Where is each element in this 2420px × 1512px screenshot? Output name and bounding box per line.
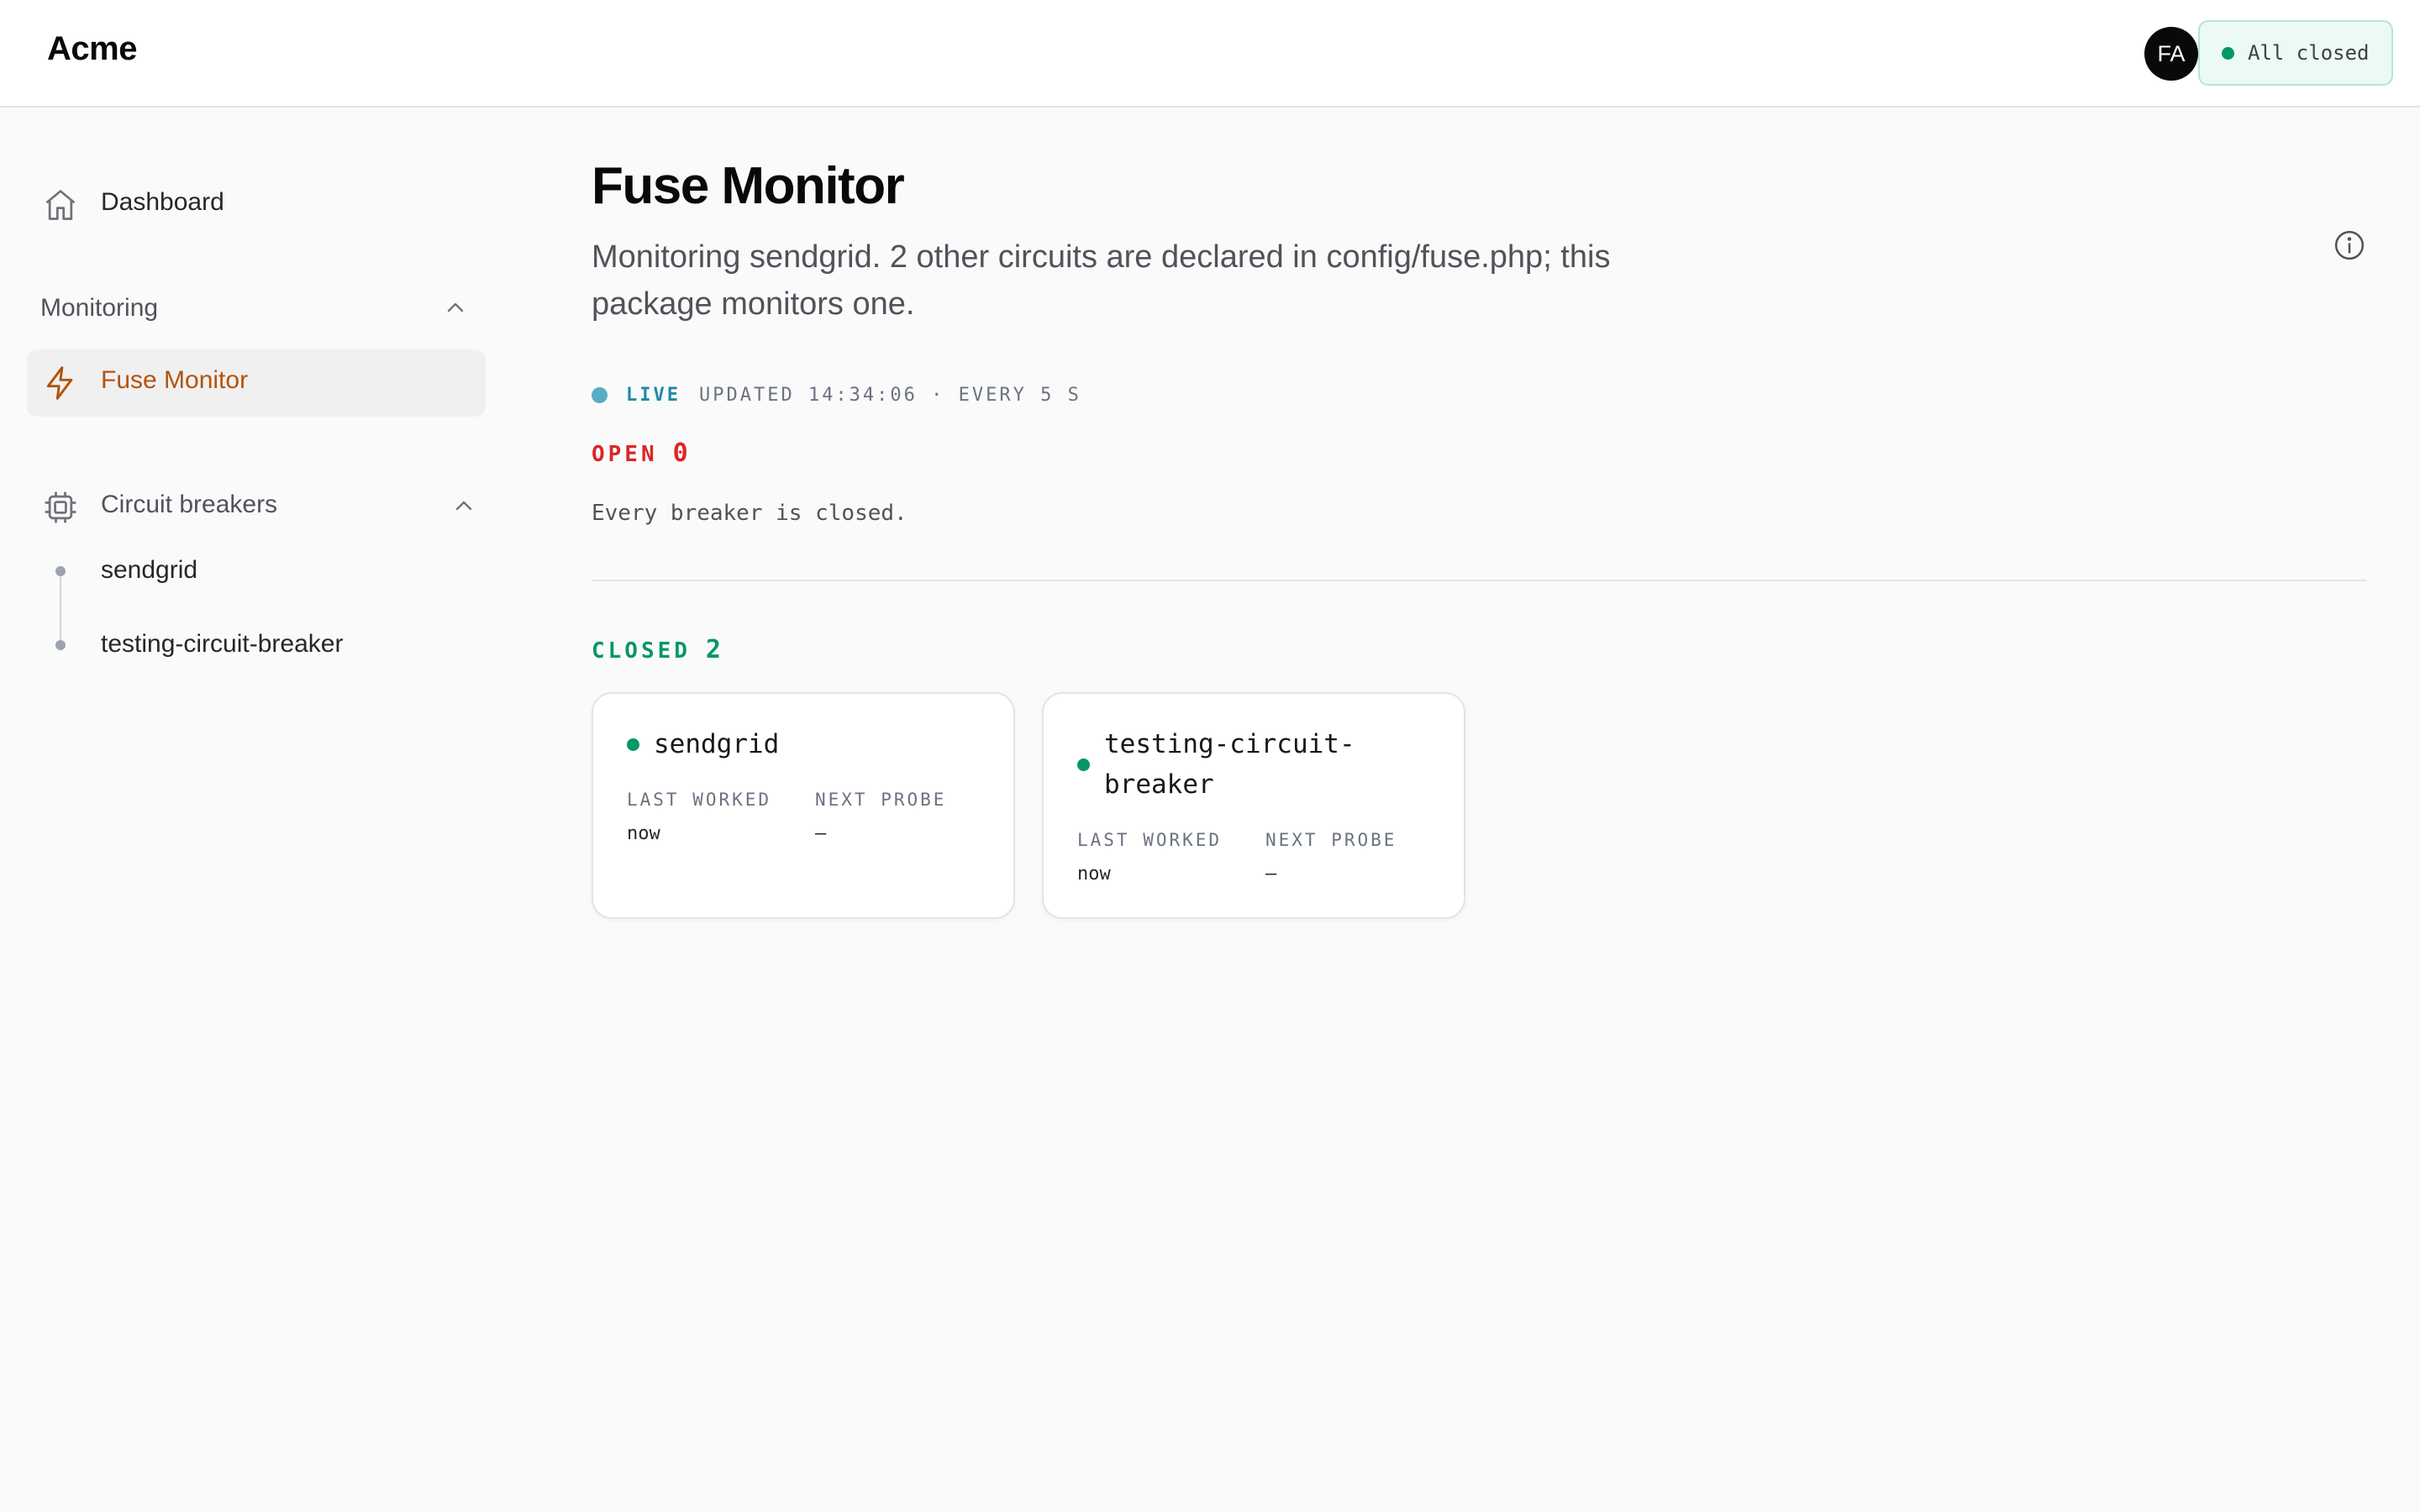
page-title: Fuse Monitor [592,157,905,215]
last-worked-value: now [627,823,660,844]
bolt-icon [46,366,73,400]
open-count: 0 [672,438,688,468]
chip-icon [45,491,76,523]
sidebar-item-label: Dashboard [101,188,224,216]
live-dot-icon [592,386,608,403]
last-worked-label: LAST WORKED [627,790,772,810]
closed-label: CLOSED [592,638,691,664]
status-text: All closed [2248,41,2370,65]
card-title: sendgrid [627,724,946,764]
open-empty-text: Every breaker is closed. [592,501,908,526]
live-status-row: LIVE UPDATED 14:34:06 · EVERY 5 S [592,381,1081,408]
tree-connector [60,575,61,648]
home-icon [45,190,76,220]
chevron-up-icon[interactable] [442,294,469,321]
section-divider [592,580,2366,581]
status-badge[interactable]: All closed [2198,20,2393,86]
breaker-name: testing-circuit-breaker [1104,729,1355,800]
group-label: Monitoring [40,294,159,322]
sidebar-item-sendgrid[interactable]: sendgrid [101,556,197,585]
breaker-name: sendgrid [654,729,780,759]
sidebar: Dashboard Monitoring Fuse Monitor Circui… [0,108,504,1512]
next-probe-label: NEXT PROBE [815,790,947,810]
last-worked-label: LAST WORKED [1077,830,1223,850]
closed-count: 2 [705,635,721,664]
sidebar-item-fuse-monitor[interactable]: Fuse Monitor [27,349,486,417]
last-worked-value: now [1077,864,1111,885]
next-probe-value: — [815,823,827,844]
next-probe-value: — [1265,864,1277,885]
sidebar-item-dashboard[interactable]: Dashboard [0,170,504,240]
closed-section-heading: CLOSED 2 [592,635,721,664]
info-icon[interactable] [2333,228,2366,262]
page-subtitle: Monitoring sendgrid. 2 other circuits ar… [592,239,1611,322]
tree-dot-icon [55,566,66,576]
breaker-card-sendgrid[interactable]: sendgrid LAST WORKED now NEXT PROBE — [592,692,1015,919]
open-label: OPEN [592,442,658,467]
sidebar-item-testing-circuit-breaker[interactable]: testing-circuit-breaker [101,630,343,659]
next-probe-label: NEXT PROBE [1265,830,1397,850]
updated-text: UPDATED 14:34:06 · EVERY 5 S [698,384,1081,406]
sidebar-group-monitoring[interactable]: Monitoring [40,294,477,328]
sidebar-group-circuit-breakers[interactable]: Circuit breakers [0,472,504,543]
top-bar: Acme FA All closed [0,0,2420,108]
status-dot-icon [1077,759,1090,771]
live-label: LIVE [626,384,681,406]
card-title: testing-circuit-breaker [1077,724,1397,805]
chevron-up-icon[interactable] [450,492,477,519]
status-dot-icon [627,738,639,751]
brand-logo[interactable]: Acme [47,30,137,68]
tree-dot-icon [55,640,66,650]
group-label: Circuit breakers [101,491,278,518]
sidebar-item-label: Fuse Monitor [101,366,249,394]
open-section-heading: OPEN 0 [592,438,688,468]
breaker-card-testing-circuit-breaker[interactable]: testing-circuit-breaker LAST WORKED now … [1042,692,1465,919]
status-dot-icon [2222,46,2234,60]
user-avatar[interactable]: FA [2144,27,2198,81]
